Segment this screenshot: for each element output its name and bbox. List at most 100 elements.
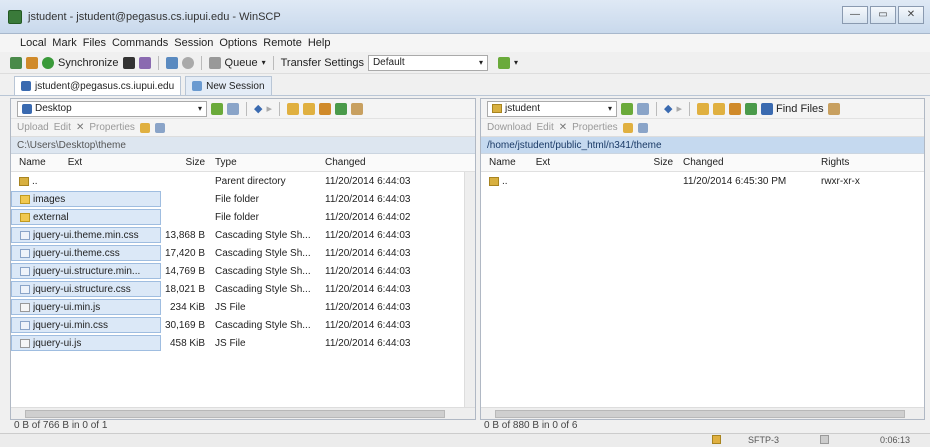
column-changed[interactable]: Changed [677,157,817,168]
find-files-button[interactable]: Find Files [761,102,824,115]
menu-files[interactable]: Files [83,37,106,49]
tree-icon[interactable] [227,102,239,115]
scrollbar-thumb[interactable] [25,410,445,418]
column-rights[interactable]: Rights [817,157,907,168]
session-time: 0:06:13 [880,435,911,445]
edit-button[interactable]: Edit [54,122,71,133]
file-name-cell: .. [11,173,161,189]
table-row[interactable]: jquery-ui.theme.css 17,420 B Cascading S… [11,244,475,262]
new-session-icon[interactable] [10,56,22,69]
menu-session[interactable]: Session [174,37,213,49]
table-row[interactable]: .. 11/20/2014 6:45:30 PM rwxr-xr-x [481,172,924,190]
new-folder-icon[interactable] [139,122,150,133]
file-name: jquery-ui.min.js [33,301,101,313]
local-horizontal-scrollbar[interactable] [11,407,475,419]
table-row[interactable]: jquery-ui.structure.min... 14,769 B Casc… [11,262,475,280]
column-size[interactable]: Size [601,157,677,168]
tree-icon[interactable] [637,102,649,115]
menu-options[interactable]: Options [219,37,257,49]
file-name-cell: jquery-ui.js [11,335,161,351]
root-dir-icon[interactable] [303,102,315,115]
table-row[interactable]: jquery-ui.js 458 KiB JS File 11/20/2014 … [11,334,475,352]
menu-mark[interactable]: Mark [52,37,76,49]
close-button[interactable]: ✕ [898,6,924,24]
table-row[interactable]: jquery-ui.theme.min.css 13,868 B Cascadi… [11,226,475,244]
root-dir-icon[interactable] [713,102,725,115]
back-arrow-icon[interactable]: ◆ [254,102,262,115]
scrollbar-thumb[interactable] [495,410,905,418]
column-ext-label: Ext [535,157,551,168]
parent-dir-icon[interactable] [287,102,299,115]
transfer-options-icon[interactable] [497,56,510,69]
maximize-button[interactable]: ▭ [870,6,896,24]
tab-session-pegasus[interactable]: jstudent@pegasus.cs.iupui.edu [14,76,182,95]
file-size: 30,169 B [164,319,205,331]
properties-button[interactable]: Properties [572,122,618,133]
download-button[interactable]: Download [487,122,531,133]
delete-icon[interactable]: ✕ [559,122,567,133]
local-location-select[interactable]: Desktop ▾ [17,100,207,117]
queue-dropdown-icon[interactable]: ▾ [262,58,266,67]
chevron-down-icon[interactable]: ▾ [514,58,518,67]
local-vertical-scrollbar[interactable] [464,172,475,407]
find-icon[interactable] [827,102,840,115]
select-icon[interactable] [637,122,648,133]
synchronize-button[interactable]: Synchronize [58,57,119,69]
preferences-icon[interactable] [165,56,178,69]
menu-commands[interactable]: Commands [112,37,168,49]
table-row[interactable]: .. Parent directory 11/20/2014 6:44:03 [11,172,475,190]
file-changed: 11/20/2014 6:44:03 [325,175,411,187]
file-size: 18,021 B [164,283,205,295]
table-row[interactable]: images File folder 11/20/2014 6:44:03 [11,190,475,208]
column-changed[interactable]: Changed [321,157,439,168]
forward-arrow-icon[interactable]: ▸ [676,102,682,115]
remote-horizontal-scrollbar[interactable] [481,407,924,419]
folder-icon [20,212,30,222]
parent-dir-icon[interactable] [697,102,709,115]
menu-remote[interactable]: Remote [263,37,302,49]
remote-panel: jstudent ▾ ◆ ▸ Find Files Download Edit … [480,98,925,420]
delete-icon[interactable]: ✕ [76,122,84,133]
parent-dir-icon [19,176,29,186]
css-file-icon [20,266,30,276]
queue-icon[interactable] [208,56,221,69]
new-folder-icon[interactable] [622,122,633,133]
queue-button[interactable]: Queue [225,57,258,69]
transfer-settings-select[interactable]: Default ▾ [367,54,488,71]
table-row[interactable]: jquery-ui.min.css 30,169 B Cascading Sty… [11,316,475,334]
column-name[interactable]: Name Ext [11,155,161,171]
find-files-label: Find Files [776,102,824,115]
menu-local[interactable]: Local [20,37,46,49]
menu-help[interactable]: Help [308,37,331,49]
file-type: Cascading Style Sh... [215,229,311,241]
back-arrow-icon[interactable]: ◆ [664,102,672,115]
table-row[interactable]: external File folder 11/20/2014 6:44:02 [11,208,475,226]
table-row[interactable]: jquery-ui.structure.css 18,021 B Cascadi… [11,280,475,298]
tab-new-session[interactable]: New Session [185,76,272,95]
upload-button[interactable]: Upload [17,122,49,133]
filter-icon[interactable] [621,102,633,115]
forward-arrow-icon[interactable]: ▸ [266,102,272,115]
refresh-icon[interactable] [745,102,757,115]
minimize-button[interactable]: — [842,6,868,24]
refresh-icon[interactable] [335,102,347,115]
filter-icon[interactable] [211,102,223,115]
edit-button[interactable]: Edit [536,122,553,133]
home-icon[interactable] [729,102,741,115]
find-icon[interactable] [351,102,363,115]
console-icon[interactable] [122,56,135,69]
compare-icon[interactable] [26,56,38,69]
terminal-icon[interactable] [138,56,151,69]
select-icon[interactable] [154,122,165,133]
home-icon[interactable] [319,102,331,115]
desktop-icon [22,103,32,114]
column-type[interactable]: Type [209,157,321,168]
column-name[interactable]: Name Ext [481,157,601,168]
remote-location-select[interactable]: jstudent ▾ [487,100,617,117]
synchronize-icon[interactable] [42,56,54,69]
table-row[interactable]: jquery-ui.min.js 234 KiB JS File 11/20/2… [11,298,475,316]
column-size[interactable]: Size [161,157,209,168]
css-file-icon [20,248,30,258]
reconnect-icon[interactable] [181,56,194,69]
properties-button[interactable]: Properties [89,122,135,133]
